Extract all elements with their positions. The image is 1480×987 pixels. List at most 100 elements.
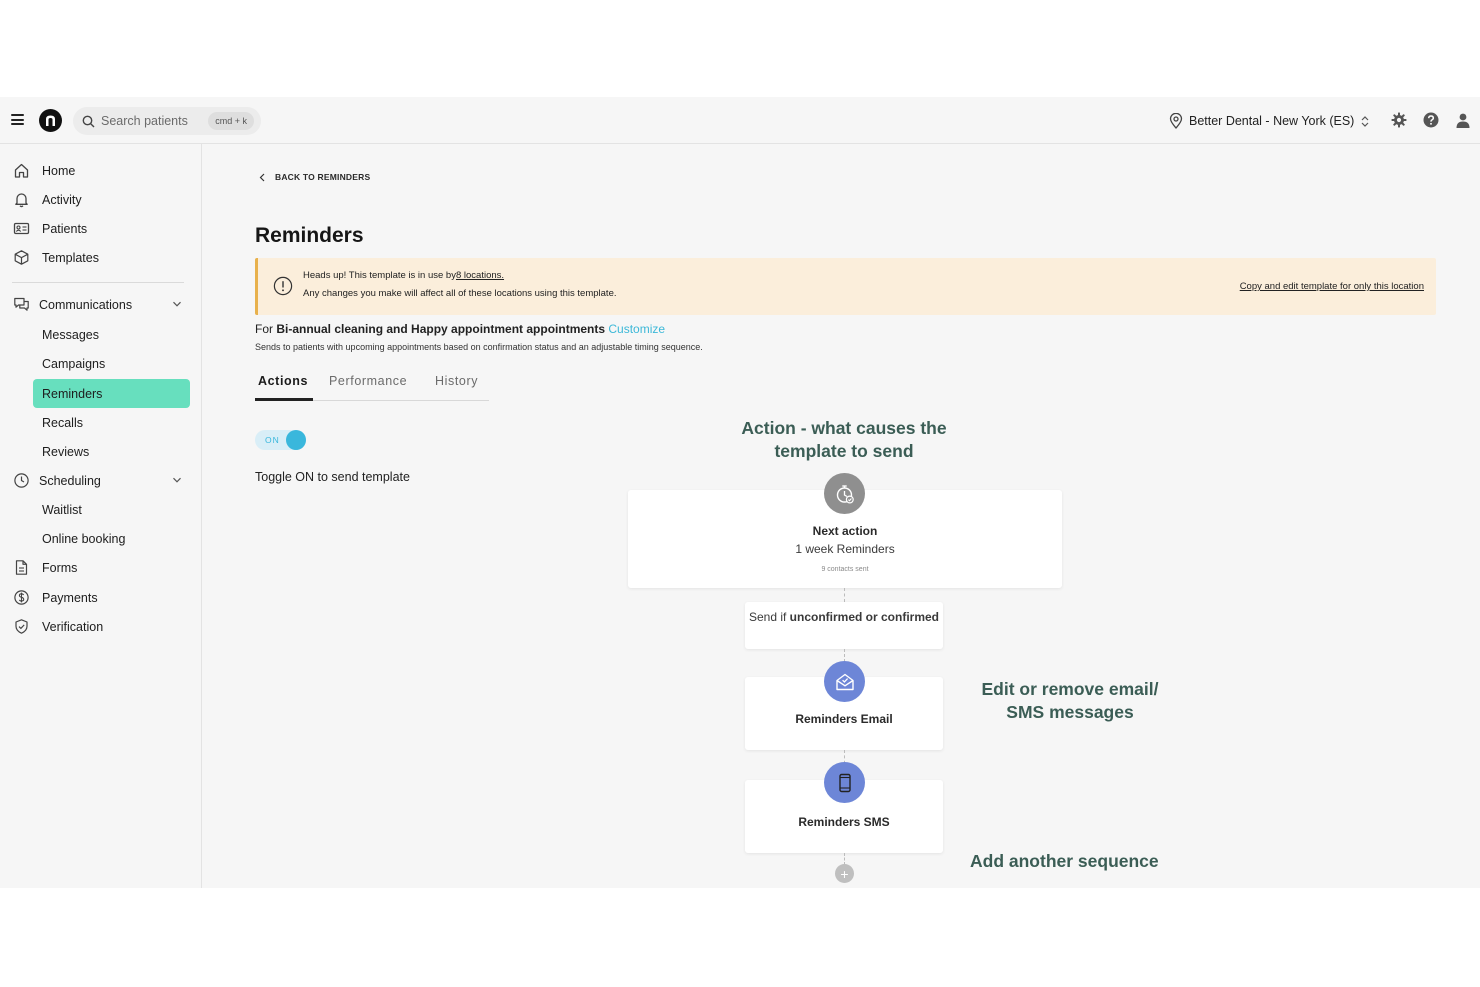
locations-link[interactable]: 8 locations. <box>456 270 504 281</box>
send-template-toggle[interactable]: ON <box>255 430 306 450</box>
back-to-reminders-link[interactable]: BACK TO REMINDERS <box>258 172 370 182</box>
tab-history[interactable]: History <box>435 374 478 398</box>
phone-icon <box>824 762 865 803</box>
sidebar-item-verification[interactable]: Verification <box>8 612 190 641</box>
sidebar-divider <box>12 282 184 283</box>
timer-icon <box>824 473 865 514</box>
tab-bar: Actions Performance History <box>255 366 489 401</box>
sidebar-item-messages[interactable]: Messages <box>33 320 190 349</box>
search-placeholder: Search patients <box>101 114 188 128</box>
banner-line-1-text: Heads up! This template is in use by <box>303 270 456 281</box>
condition-card[interactable]: Send if unconfirmed or confirmed <box>745 602 943 649</box>
help-icon[interactable] <box>1421 110 1441 130</box>
menu-icon[interactable] <box>11 114 24 125</box>
id-card-icon <box>13 222 30 235</box>
sidebar-item-forms[interactable]: Forms <box>8 553 190 582</box>
flow-connector <box>844 588 845 602</box>
sidebar-item-waitlist[interactable]: Waitlist <box>33 495 190 524</box>
appointment-types-line: For Bi-annual cleaning and Happy appoint… <box>255 322 665 336</box>
annotation-action: Action - what causes the template to sen… <box>741 418 947 461</box>
search-icon <box>82 115 95 127</box>
warning-icon <box>273 276 293 296</box>
app-window: Search patients cmd + k Better Dental - … <box>0 97 1480 888</box>
customize-link[interactable]: Customize <box>608 322 665 336</box>
next-action-subtitle: 1 week Reminders <box>795 542 895 556</box>
sidebar: Home Activity Patients Templates Communi… <box>0 144 202 888</box>
mail-icon <box>824 661 865 702</box>
banner-line-2: Any changes you make will affect all of … <box>303 288 617 299</box>
sidebar-item-payments[interactable]: Payments <box>8 583 190 612</box>
location-pin-icon <box>1169 113 1183 129</box>
sidebar-item-label: Online booking <box>42 531 126 546</box>
sidebar-item-label: Messages <box>42 327 99 342</box>
sidebar-item-label: Recalls <box>42 415 83 430</box>
location-label: Better Dental - New York (ES) <box>1189 114 1355 128</box>
condition-text: Send if unconfirmed or confirmed <box>745 610 943 625</box>
add-sequence-button[interactable]: + <box>835 864 854 883</box>
sidebar-item-label: Templates <box>42 250 99 265</box>
condition-prefix: Send if <box>748 610 787 624</box>
location-selector[interactable]: Better Dental - New York (ES) <box>1169 111 1369 131</box>
sidebar-item-label: Waitlist <box>42 502 82 517</box>
clock-icon <box>14 473 29 488</box>
sidebar-item-label: Activity <box>42 192 82 207</box>
sms-step-title: Reminders SMS <box>798 815 890 829</box>
user-icon[interactable] <box>1453 110 1473 130</box>
sidebar-item-label: Scheduling <box>39 473 101 488</box>
sidebar-item-patients[interactable]: Patients <box>8 214 190 243</box>
shield-icon <box>15 619 28 634</box>
tab-performance[interactable]: Performance <box>329 374 407 398</box>
sidebar-item-online-booking[interactable]: Online booking <box>33 524 190 553</box>
chevron-down-icon <box>173 301 181 307</box>
sidebar-item-templates[interactable]: Templates <box>8 243 190 272</box>
page-title: Reminders <box>255 224 364 247</box>
toggle-hint: Toggle ON to send template <box>255 470 410 484</box>
sidebar-item-home[interactable]: Home <box>8 156 190 185</box>
sort-arrows-icon <box>1361 115 1369 127</box>
gear-icon[interactable] <box>1389 110 1409 130</box>
sidebar-item-label: Reminders <box>42 386 103 401</box>
dollar-icon <box>14 590 29 605</box>
document-icon <box>15 560 28 575</box>
shortcut-badge: cmd + k <box>208 112 254 130</box>
contacts-sent-count: 9 contacts sent <box>821 566 869 573</box>
annotation-edit: Edit or remove email/ SMS messages <box>981 679 1159 722</box>
warning-banner: Heads up! This template is in use by8 lo… <box>255 258 1436 315</box>
for-prefix: For <box>255 322 273 336</box>
toggle-state-label: ON <box>265 435 280 445</box>
sidebar-item-label: Payments <box>42 590 98 605</box>
logo-icon[interactable] <box>39 109 62 132</box>
sidebar-item-reviews[interactable]: Reviews <box>33 437 190 466</box>
template-description: Sends to patients with upcoming appointm… <box>255 342 703 352</box>
main-content: BACK TO REMINDERS Reminders Heads up! Th… <box>202 144 1480 888</box>
next-action-title: Next action <box>812 524 878 538</box>
home-icon <box>14 163 29 178</box>
sidebar-item-activity[interactable]: Activity <box>8 185 190 214</box>
plus-icon: + <box>840 865 849 882</box>
copy-edit-template-link[interactable]: Copy and edit template for only this loc… <box>1240 281 1424 292</box>
tab-actions[interactable]: Actions <box>258 374 308 398</box>
toggle-knob <box>286 430 306 450</box>
sidebar-group-scheduling[interactable]: Scheduling <box>8 466 190 495</box>
sidebar-group-communications[interactable]: Communications <box>8 290 190 319</box>
chevron-left-icon <box>259 173 265 181</box>
annotation-add: Add another sequence <box>970 851 1159 871</box>
banner-line-1: Heads up! This template is in use by8 lo… <box>303 270 504 281</box>
sidebar-item-campaigns[interactable]: Campaigns <box>33 349 190 378</box>
sidebar-item-label: Verification <box>42 619 104 634</box>
email-step-title: Reminders Email <box>795 712 893 726</box>
back-label: BACK TO REMINDERS <box>275 172 371 182</box>
chevron-down-icon <box>173 477 181 483</box>
sidebar-item-label: Reviews <box>42 444 90 459</box>
sidebar-item-label: Home <box>42 163 76 178</box>
top-bar: Search patients cmd + k Better Dental - … <box>0 97 1480 144</box>
sidebar-item-recalls[interactable]: Recalls <box>33 408 190 437</box>
search-input[interactable]: Search patients cmd + k <box>73 107 261 135</box>
sidebar-item-label: Campaigns <box>42 356 106 371</box>
bell-icon <box>15 193 28 208</box>
active-tab-indicator <box>255 398 313 401</box>
condition-bold: unconfirmed or confirmed <box>789 610 940 624</box>
sidebar-item-label: Patients <box>42 221 88 236</box>
appointment-types: Bi-annual cleaning and Happy appointment… <box>276 322 606 336</box>
sidebar-item-reminders[interactable]: Reminders <box>33 379 190 408</box>
